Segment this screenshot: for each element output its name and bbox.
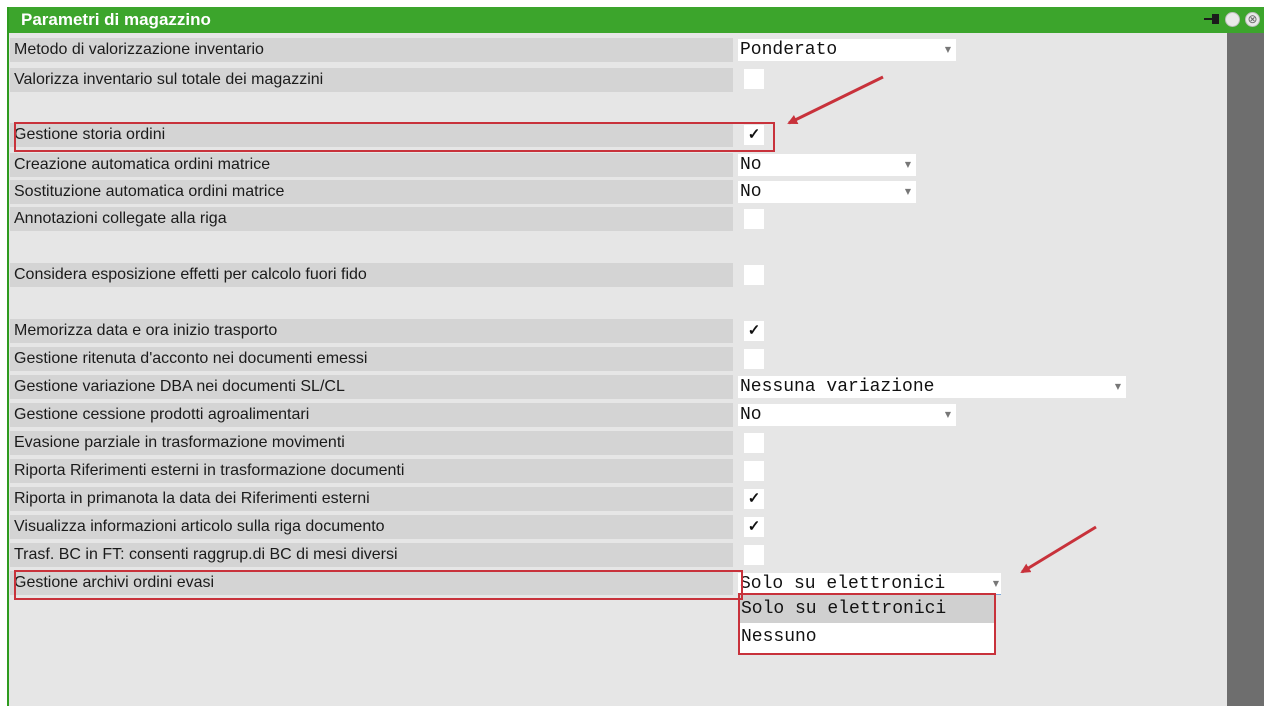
dba-variation-select[interactable]: Nessuna variazione ▼ <box>738 376 1126 398</box>
highlight-box-archivi-ordini <box>14 570 743 600</box>
transport-start-checkbox[interactable]: ✓ <box>744 321 764 341</box>
title-bar: Parametri di magazzino ⊗ <box>9 7 1264 33</box>
row-metodo-valorizzazione: Metodo di valorizzazione inventario <box>10 38 733 62</box>
external-refs-checkbox[interactable] <box>744 461 764 481</box>
chevron-down-icon: ▼ <box>992 579 999 588</box>
row-info-articolo: Visualizza informazioni articolo sulla r… <box>10 515 733 539</box>
matrix-creation-select[interactable]: No ▼ <box>738 154 916 176</box>
matrix-substitution-select[interactable]: No ▼ <box>738 181 916 203</box>
archive-orders-options: Solo su elettronici Nessuno <box>738 593 996 655</box>
row-label: Metodo di valorizzazione inventario <box>14 41 264 58</box>
agrifood-select[interactable]: No ▼ <box>738 404 956 426</box>
row-variazione-dba: Gestione variazione DBA nei documenti SL… <box>10 375 733 399</box>
chevron-down-icon: ▼ <box>904 160 911 169</box>
row-esposizione-effetti: Considera esposizione effetti per calcol… <box>10 263 733 287</box>
valuation-method-select[interactable]: Ponderato ▼ <box>738 39 956 61</box>
option-solo-elettronici[interactable]: Solo su elettronici <box>740 595 994 623</box>
row-evasione-parziale: Evasione parziale in trasformazione movi… <box>10 431 733 455</box>
primanota-date-checkbox[interactable]: ✓ <box>744 489 764 509</box>
row-sostituzione-matrice: Sostituzione automatica ordini matrice <box>10 180 733 204</box>
close-icon[interactable]: ⊗ <box>1245 11 1260 27</box>
row-primanota: Riporta in primanota la data dei Riferim… <box>10 487 733 511</box>
row-memorizza-data: Memorizza data e ora inizio trasporto <box>10 319 733 343</box>
row-annotazioni: Annotazioni collegate alla riga <box>10 207 733 231</box>
option-nessuno[interactable]: Nessuno <box>740 623 994 651</box>
bc-grouping-checkbox[interactable] <box>744 545 764 565</box>
withholding-checkbox[interactable] <box>744 349 764 369</box>
total-warehouse-checkbox[interactable] <box>744 69 764 89</box>
highlight-box-storia-ordini <box>14 122 775 152</box>
row-riferimenti-trasformazione: Riporta Riferimenti esterni in trasforma… <box>10 459 733 483</box>
row-valorizza-totale: Valorizza inventario sul totale dei maga… <box>10 68 733 92</box>
row-agroalimentari: Gestione cessione prodotti agroalimentar… <box>10 403 733 427</box>
chevron-down-icon: ▼ <box>944 45 951 54</box>
chevron-down-icon: ▼ <box>944 410 951 419</box>
chevron-down-icon: ▼ <box>904 187 911 196</box>
window-title: Parametri di magazzino <box>21 10 211 29</box>
item-info-checkbox[interactable]: ✓ <box>744 517 764 537</box>
annotations-checkbox[interactable] <box>744 209 764 229</box>
row-ritenuta: Gestione ritenuta d'acconto nei document… <box>10 347 733 371</box>
minimize-icon[interactable] <box>1225 11 1240 27</box>
row-creazione-matrice: Creazione automatica ordini matrice <box>10 153 733 177</box>
chevron-down-icon: ▼ <box>1114 382 1121 391</box>
archive-orders-select[interactable]: Solo su elettronici ▼ <box>738 573 1001 595</box>
exposure-checkbox[interactable] <box>744 265 764 285</box>
row-trasf-bc: Trasf. BC in FT: consenti raggrup.di BC … <box>10 543 733 567</box>
pin-icon[interactable] <box>1202 11 1220 27</box>
partial-fulfillment-checkbox[interactable] <box>744 433 764 453</box>
vertical-scrollbar[interactable] <box>1227 33 1264 706</box>
